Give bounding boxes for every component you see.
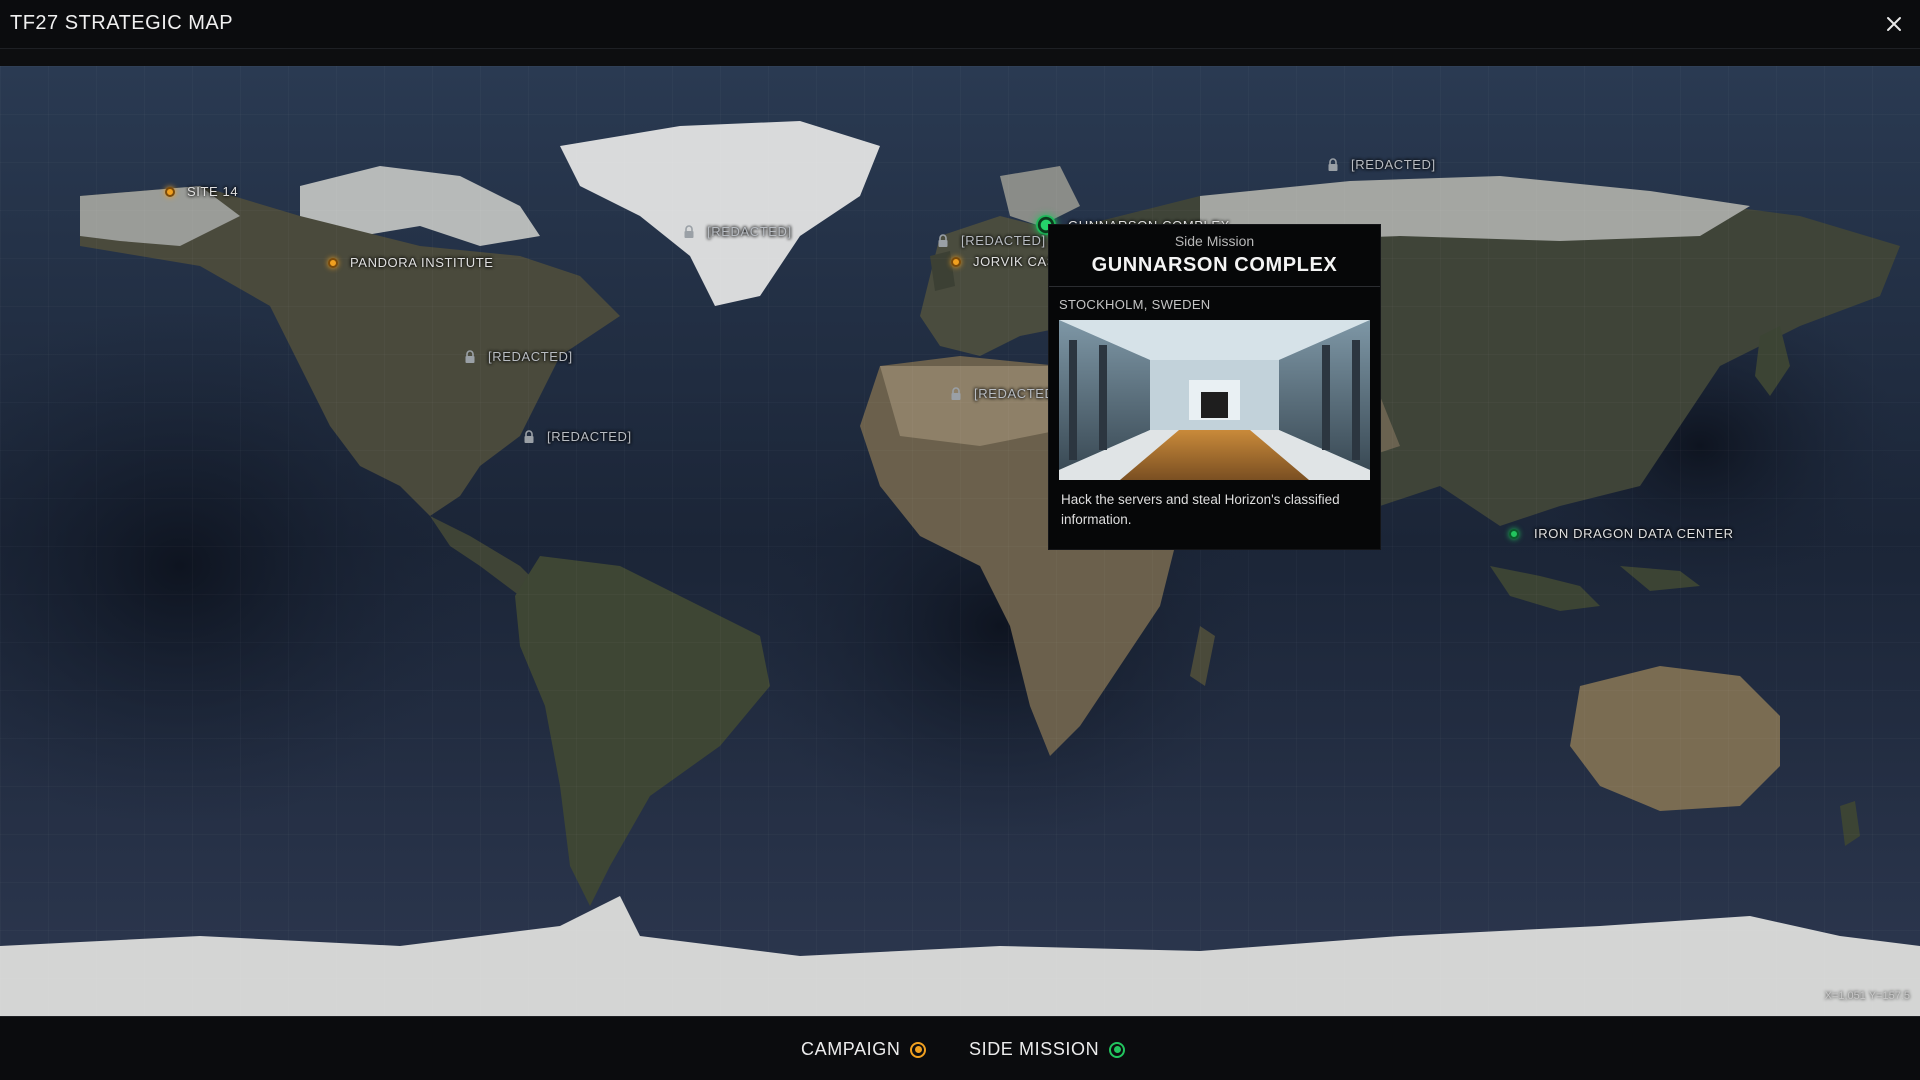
- marker-redacted-russia[interactable]: [REDACTED]: [1327, 157, 1436, 172]
- marker-label: PANDORA INSTITUTE: [350, 255, 494, 270]
- marker-jorvik-castle[interactable]: JORVIK CAS: [951, 254, 1056, 269]
- lock-icon: [951, 386, 961, 400]
- lock-icon: [938, 233, 948, 247]
- marker-label: [REDACTED]: [547, 429, 632, 444]
- marker-label: [REDACTED]: [1351, 157, 1436, 172]
- mission-description: Hack the servers and steal Horizon's cla…: [1061, 492, 1340, 527]
- close-icon: [1887, 17, 1901, 31]
- marker-redacted-greenland[interactable]: [REDACTED]: [683, 224, 792, 239]
- marker-redacted-uk[interactable]: [REDACTED]: [937, 233, 1046, 248]
- marker-redacted-africa[interactable]: [REDACTED]: [950, 386, 1059, 401]
- lock-icon: [1328, 157, 1338, 171]
- strategic-map-window: TF27 STRATEGIC MAP SITE 14 PANDORA INSTI…: [0, 0, 1920, 1080]
- server-hall-image: [1059, 320, 1370, 480]
- campaign-marker-icon: [951, 256, 961, 267]
- close-button[interactable]: [1882, 12, 1906, 36]
- mission-title: GUNNARSON COMPLEX: [1091, 254, 1338, 276]
- mission-detail-popup[interactable]: Side Mission GUNNARSON COMPLEX STOCKHOLM…: [1048, 224, 1381, 550]
- popup-divider: [1049, 286, 1380, 287]
- world-map-image: [0, 66, 1920, 1016]
- mission-type: Side Mission: [1174, 233, 1255, 249]
- marker-iron-dragon-data-center[interactable]: IRON DRAGON DATA CENTER: [1509, 526, 1734, 541]
- marker-label: SITE 14: [187, 184, 239, 199]
- lock-icon: [684, 224, 694, 238]
- marker-label: [REDACTED]: [974, 386, 1059, 401]
- lock-icon: [524, 429, 534, 443]
- marker-label: IRON DRAGON DATA CENTER: [1534, 526, 1734, 541]
- mission-location: STOCKHOLM, SWEDEN: [1059, 297, 1211, 312]
- title-bar: TF27 STRATEGIC MAP: [0, 0, 1920, 49]
- legend-campaign-label: CAMPAIGN: [801, 1039, 901, 1059]
- world-map[interactable]: SITE 14 PANDORA INSTITUTE JORVIK CAS GUN…: [0, 66, 1920, 1016]
- marker-label: [REDACTED]: [488, 349, 573, 364]
- marker-site-14[interactable]: SITE 14: [165, 184, 238, 199]
- title-divider: [0, 49, 1920, 66]
- marker-label: [REDACTED]: [961, 233, 1046, 248]
- marker-redacted-caribbean[interactable]: [REDACTED]: [523, 429, 632, 444]
- legend-side-mission-label: SIDE MISSION: [969, 1039, 1100, 1059]
- campaign-marker-icon: [328, 257, 338, 268]
- legend-side-mission[interactable]: SIDE MISSION: [969, 1039, 1126, 1060]
- legend-bar: CAMPAIGN SIDE MISSION: [0, 1016, 1920, 1080]
- coordinate-readout: X=1,051 Y=157.5: [1824, 990, 1910, 1002]
- marker-label: JORVIK CAS: [973, 254, 1057, 269]
- legend-campaign[interactable]: CAMPAIGN: [801, 1039, 927, 1060]
- campaign-marker-icon: [910, 1041, 927, 1058]
- marker-label: [REDACTED]: [707, 224, 792, 239]
- marker-redacted-usa[interactable]: [REDACTED]: [464, 349, 573, 364]
- window-title: TF27 STRATEGIC MAP: [10, 12, 234, 34]
- campaign-marker-icon: [165, 186, 175, 197]
- side-mission-marker-icon: [1109, 1041, 1126, 1058]
- mission-preview-image: [1059, 320, 1370, 480]
- lock-icon: [465, 349, 475, 363]
- side-mission-marker-icon: [1509, 528, 1519, 539]
- marker-pandora-institute[interactable]: PANDORA INSTITUTE: [328, 255, 494, 270]
